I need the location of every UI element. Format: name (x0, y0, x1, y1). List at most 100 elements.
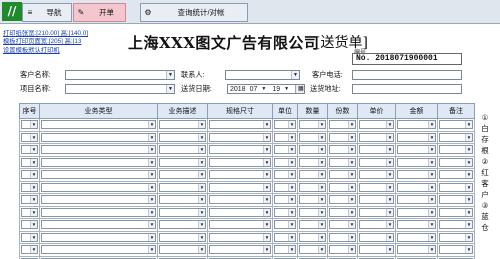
quantity-dropdown[interactable]: ▼ (299, 245, 326, 255)
spec-dropdown[interactable]: ▼ (209, 157, 271, 167)
unit-dropdown[interactable]: ▼ (274, 182, 296, 192)
quantity-dropdown[interactable]: ▼ (299, 182, 326, 192)
quantity-dropdown[interactable]: ▼ (299, 232, 326, 242)
amount-dropdown[interactable]: ▼ (397, 157, 436, 167)
copies-dropdown[interactable]: ▼ (329, 245, 356, 255)
spec-dropdown[interactable]: ▼ (209, 145, 271, 155)
quantity-dropdown[interactable]: ▼ (299, 195, 326, 205)
index-dropdown[interactable]: ▼ (21, 182, 38, 192)
amount-dropdown[interactable]: ▼ (397, 220, 436, 230)
unit-dropdown[interactable]: ▼ (274, 132, 296, 142)
amount-dropdown[interactable]: ▼ (397, 132, 436, 142)
calendar-icon[interactable]: ▦ (295, 85, 304, 93)
copies-dropdown[interactable]: ▼ (329, 182, 356, 192)
unit-price-dropdown[interactable]: ▼ (359, 182, 394, 192)
business-type-dropdown[interactable]: ▼ (41, 195, 156, 205)
index-dropdown[interactable]: ▼ (21, 120, 38, 130)
copies-dropdown[interactable]: ▼ (329, 220, 356, 230)
unit-dropdown[interactable]: ▼ (274, 207, 296, 217)
quantity-dropdown[interactable]: ▼ (299, 145, 326, 155)
unit-price-dropdown[interactable]: ▼ (359, 207, 394, 217)
unit-dropdown[interactable]: ▼ (274, 170, 296, 180)
description-dropdown[interactable]: ▼ (159, 145, 206, 155)
business-type-dropdown[interactable]: ▼ (41, 220, 156, 230)
unit-price-dropdown[interactable]: ▼ (359, 195, 394, 205)
delivery-date-picker[interactable]: 2018 07 ▼ 19 ▼ ▦ (227, 84, 305, 94)
quantity-dropdown[interactable]: ▼ (299, 207, 326, 217)
business-type-dropdown[interactable]: ▼ (41, 120, 156, 130)
date-day[interactable]: 19 (270, 86, 282, 93)
chevron-down-icon[interactable]: ▼ (282, 86, 291, 92)
spec-dropdown[interactable]: ▼ (209, 120, 271, 130)
unit-price-dropdown[interactable]: ▼ (359, 145, 394, 155)
amount-dropdown[interactable]: ▼ (397, 232, 436, 242)
index-dropdown[interactable]: ▼ (21, 157, 38, 167)
remark-dropdown[interactable]: ▼ (439, 145, 473, 155)
copies-dropdown[interactable]: ▼ (329, 132, 356, 142)
index-dropdown[interactable]: ▼ (21, 232, 38, 242)
index-dropdown[interactable]: ▼ (21, 132, 38, 142)
description-dropdown[interactable]: ▼ (159, 170, 206, 180)
description-dropdown[interactable]: ▼ (159, 220, 206, 230)
unit-dropdown[interactable]: ▼ (274, 157, 296, 167)
description-dropdown[interactable]: ▼ (159, 182, 206, 192)
remark-dropdown[interactable]: ▼ (439, 157, 473, 167)
amount-dropdown[interactable]: ▼ (397, 245, 436, 255)
business-type-dropdown[interactable]: ▼ (41, 157, 156, 167)
remark-dropdown[interactable]: ▼ (439, 220, 473, 230)
spec-dropdown[interactable]: ▼ (209, 245, 271, 255)
description-dropdown[interactable]: ▼ (159, 120, 206, 130)
business-type-dropdown[interactable]: ▼ (41, 145, 156, 155)
tab-query-stats[interactable]: ⚙ 查询统计/对帐 (140, 3, 248, 22)
copies-dropdown[interactable]: ▼ (329, 195, 356, 205)
unit-dropdown[interactable]: ▼ (274, 245, 296, 255)
business-type-dropdown[interactable]: ▼ (41, 245, 156, 255)
spec-dropdown[interactable]: ▼ (209, 232, 271, 242)
quantity-dropdown[interactable]: ▼ (299, 132, 326, 142)
remark-dropdown[interactable]: ▼ (439, 182, 473, 192)
description-dropdown[interactable]: ▼ (159, 207, 206, 217)
remark-dropdown[interactable]: ▼ (439, 245, 473, 255)
spec-dropdown[interactable]: ▼ (209, 170, 271, 180)
unit-dropdown[interactable]: ▼ (274, 120, 296, 130)
quantity-dropdown[interactable]: ▼ (299, 220, 326, 230)
amount-dropdown[interactable]: ▼ (397, 145, 436, 155)
unit-dropdown[interactable]: ▼ (274, 195, 296, 205)
contact-select[interactable]: ▼ (225, 70, 300, 80)
amount-dropdown[interactable]: ▼ (397, 182, 436, 192)
spec-dropdown[interactable]: ▼ (209, 132, 271, 142)
unit-price-dropdown[interactable]: ▼ (359, 170, 394, 180)
unit-price-dropdown[interactable]: ▼ (359, 245, 394, 255)
quantity-dropdown[interactable]: ▼ (299, 170, 326, 180)
unit-price-dropdown[interactable]: ▼ (359, 120, 394, 130)
business-type-dropdown[interactable]: ▼ (41, 182, 156, 192)
business-type-dropdown[interactable]: ▼ (41, 232, 156, 242)
quantity-dropdown[interactable]: ▼ (299, 120, 326, 130)
description-dropdown[interactable]: ▼ (159, 245, 206, 255)
address-input[interactable] (352, 84, 462, 94)
phone-input[interactable] (352, 70, 462, 80)
quantity-dropdown[interactable]: ▼ (299, 157, 326, 167)
tab-navigation[interactable]: ≡ 导航 (22, 3, 72, 22)
remark-dropdown[interactable]: ▼ (439, 195, 473, 205)
chevron-down-icon[interactable]: ▼ (259, 86, 268, 92)
copies-dropdown[interactable]: ▼ (329, 157, 356, 167)
unit-price-dropdown[interactable]: ▼ (359, 232, 394, 242)
copies-dropdown[interactable]: ▼ (329, 207, 356, 217)
remark-dropdown[interactable]: ▼ (439, 170, 473, 180)
amount-dropdown[interactable]: ▼ (397, 207, 436, 217)
description-dropdown[interactable]: ▼ (159, 132, 206, 142)
index-dropdown[interactable]: ▼ (21, 195, 38, 205)
index-dropdown[interactable]: ▼ (21, 207, 38, 217)
remark-dropdown[interactable]: ▼ (439, 207, 473, 217)
index-dropdown[interactable]: ▼ (21, 245, 38, 255)
spec-dropdown[interactable]: ▼ (209, 220, 271, 230)
description-dropdown[interactable]: ▼ (159, 195, 206, 205)
business-type-dropdown[interactable]: ▼ (41, 207, 156, 217)
default-printer-link[interactable]: 设置模板默认打印机 (3, 47, 131, 55)
copies-dropdown[interactable]: ▼ (329, 145, 356, 155)
spec-dropdown[interactable]: ▼ (209, 182, 271, 192)
amount-dropdown[interactable]: ▼ (397, 195, 436, 205)
unit-dropdown[interactable]: ▼ (274, 220, 296, 230)
business-type-dropdown[interactable]: ▼ (41, 170, 156, 180)
